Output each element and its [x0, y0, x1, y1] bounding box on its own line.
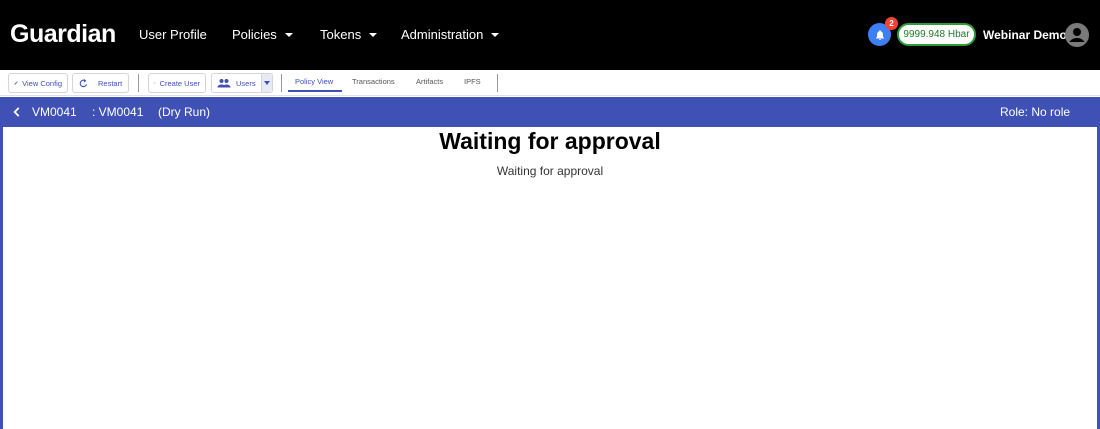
create-user-button[interactable]: Create User — [148, 73, 206, 93]
nav-user-profile[interactable]: User Profile — [139, 27, 207, 42]
users-label: Users — [236, 78, 256, 88]
avatar[interactable] — [1065, 23, 1089, 47]
policy-name: : VM0041 — [92, 105, 144, 119]
top-header: Guardian User Profile Policies Tokens Ad… — [0, 0, 1100, 70]
brand-logo[interactable]: Guardian — [10, 20, 116, 49]
chevron-down-icon — [491, 32, 500, 37]
view-config-button[interactable]: View Config — [8, 73, 68, 93]
nav-policies[interactable]: Policies — [232, 27, 293, 42]
policy-toolbar: View Config Restart Create User Users Po… — [0, 70, 1100, 96]
chevron-down-icon — [284, 32, 293, 37]
create-user-label: Create User — [159, 78, 200, 88]
notification-badge: 2 — [885, 17, 898, 30]
toolbar-divider — [138, 74, 139, 92]
toolbar-divider — [281, 74, 282, 92]
nav-administration[interactable]: Administration — [401, 27, 500, 42]
policy-header-bar: VM0041 : VM0041 (Dry Run) Role: No role — [0, 97, 1100, 127]
nav-tokens[interactable]: Tokens — [320, 27, 378, 42]
username-label: Webinar Demo — [983, 28, 1067, 42]
bell-icon — [875, 29, 884, 40]
page-title: Waiting for approval — [439, 128, 661, 154]
nav-tokens-label: Tokens — [320, 27, 362, 42]
account-circle-icon — [1065, 23, 1089, 47]
restart-label: Restart — [98, 78, 123, 88]
restart-button[interactable]: Restart — [72, 73, 129, 93]
tab-transactions[interactable]: Transactions — [352, 77, 395, 86]
tab-policy-view[interactable]: Policy View — [295, 77, 333, 86]
refresh-icon — [79, 78, 88, 87]
toolbar-divider — [497, 74, 498, 92]
tab-artifacts[interactable]: Artifacts — [416, 77, 443, 86]
nav-administration-label: Administration — [401, 27, 484, 42]
group-icon — [217, 79, 231, 88]
users-select[interactable]: Users — [211, 73, 273, 93]
view-config-label: View Config — [22, 78, 62, 88]
role-label: Role: No role — [1000, 105, 1071, 119]
person-add-icon — [154, 82, 156, 84]
page-subtitle: Waiting for approval — [496, 164, 604, 178]
users-dropdown-toggle[interactable] — [260, 74, 272, 92]
active-tab-indicator — [288, 90, 342, 92]
nav-user-profile-label: User Profile — [139, 27, 207, 42]
nav-policies-label: Policies — [232, 27, 277, 42]
chevron-down-icon — [369, 32, 378, 37]
policy-mode: (Dry Run) — [158, 105, 211, 119]
tab-ipfs[interactable]: IPFS — [464, 77, 481, 86]
chevron-down-icon — [263, 81, 270, 85]
balance-badge: 9999.948 Hbar — [897, 23, 976, 46]
pencil-icon — [14, 81, 18, 85]
chevron-left-icon[interactable] — [10, 105, 24, 119]
policy-id: VM0041 — [32, 105, 77, 119]
users-button[interactable]: Users — [212, 74, 261, 92]
